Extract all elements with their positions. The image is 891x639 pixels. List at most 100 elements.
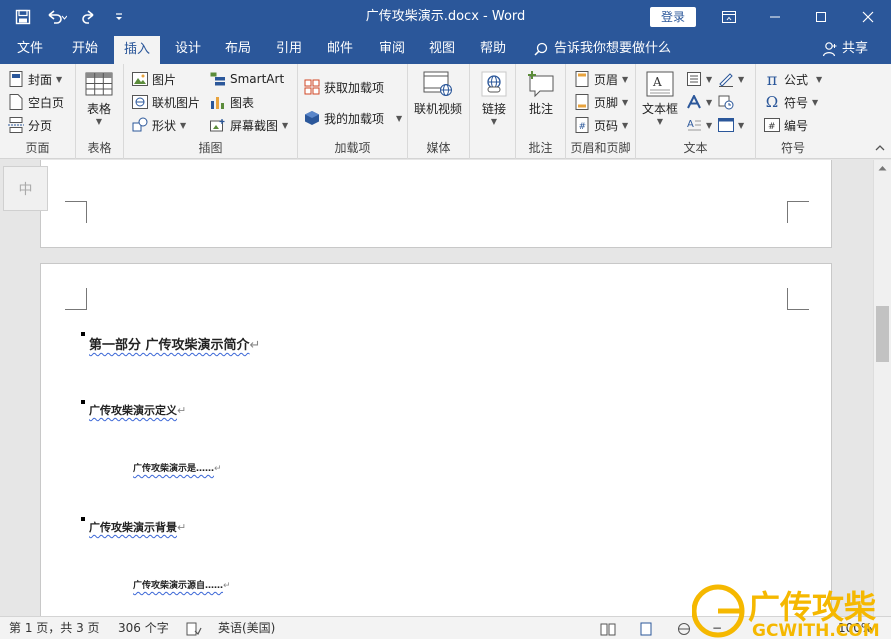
table-button[interactable]: 表格 ▼ (82, 68, 116, 126)
ribbon-display-button[interactable] (706, 0, 752, 34)
date-time-icon (718, 94, 734, 110)
body-definition[interactable]: 广传攻柴演示是……↵ (133, 461, 222, 474)
page-break-button[interactable]: 分页 (8, 114, 52, 136)
shapes-button[interactable]: 形状 ▼ (132, 114, 186, 136)
svg-text:#: # (768, 122, 776, 132)
textbox-button[interactable]: A 文本框 ▼ (642, 68, 678, 126)
tab-file[interactable]: 文件 (8, 34, 52, 64)
symbol-button[interactable]: Ω 符号 ▼ (764, 91, 818, 113)
textbox-icon: A (643, 68, 677, 100)
tab-design[interactable]: 设计 (166, 34, 210, 64)
share-button[interactable]: 共享 (822, 34, 868, 64)
tab-help[interactable]: 帮助 (471, 34, 515, 64)
numbering-button[interactable]: # 编号 (764, 114, 808, 136)
picture-button[interactable]: 图片 (132, 68, 176, 90)
collapse-ribbon-button[interactable] (875, 144, 885, 155)
heading-part-one[interactable]: 第一部分 广传攻柴演示简介↵ (81, 332, 260, 353)
ime-indicator: 中 (3, 166, 48, 211)
tell-me-box[interactable]: 告诉我你想要做什么 (534, 34, 671, 64)
group-text-label: 文本 (683, 141, 708, 155)
drop-cap-button[interactable]: A ▼ (686, 114, 712, 136)
page-number-button[interactable]: # 页码 ▼ (574, 114, 628, 136)
language-indicator[interactable]: 英语(美国) (218, 617, 275, 639)
cover-page-button[interactable]: 封面 ▼ (8, 68, 62, 90)
group-table-label: 表格 (87, 141, 112, 155)
my-addins-button[interactable]: 我的加载项 ▼ (304, 107, 402, 129)
blank-page-button[interactable]: 空白页 (8, 91, 64, 113)
equation-button[interactable]: π 公式 ▼ (764, 68, 822, 90)
heading-background[interactable]: 广传攻柴演示背景↵ (81, 517, 187, 535)
header-button[interactable]: 页眉 ▼ (574, 68, 628, 90)
tab-view[interactable]: 视图 (420, 34, 464, 64)
chevron-down-icon: ▼ (738, 74, 745, 84)
chart-button[interactable]: 图表 (210, 91, 254, 113)
online-video-button[interactable]: 联机视频 (414, 68, 462, 117)
link-button[interactable]: 链接 ▼ (477, 68, 511, 126)
date-time-button[interactable] (718, 91, 734, 113)
online-picture-icon (132, 94, 148, 110)
comment-button[interactable]: 批注 (524, 68, 558, 117)
chevron-down-icon: ▼ (622, 97, 629, 107)
web-layout-button[interactable] (676, 617, 692, 639)
heading-definition[interactable]: 广传攻柴演示定义↵ (81, 400, 186, 418)
group-media-label: 媒体 (426, 141, 451, 155)
page-2[interactable]: 第一部分 广传攻柴演示简介↵ 广传攻柴演示定义↵ 广传攻柴演示是……↵ 广传攻柴… (40, 263, 832, 616)
tab-references[interactable]: 引用 (267, 34, 311, 64)
user-icon (822, 42, 837, 57)
tab-mailings[interactable]: 邮件 (318, 34, 362, 64)
chevron-down-icon: ▼ (622, 120, 629, 130)
margin-corner-mark (65, 288, 87, 310)
pi-icon: π (766, 69, 778, 89)
quick-parts-button[interactable]: ▼ (686, 68, 712, 90)
maximize-button[interactable] (798, 0, 844, 34)
wordart-button[interactable]: ▼ (686, 91, 712, 113)
page-count[interactable]: 第 1 页，共 3 页 (9, 617, 100, 639)
online-picture-button[interactable]: 联机图片 (132, 91, 200, 113)
blank-page-icon (8, 94, 24, 110)
word-count[interactable]: 306 个字 (118, 617, 169, 639)
online-picture-label: 联机图片 (152, 95, 201, 110)
login-button[interactable]: 登录 (650, 7, 696, 27)
minimize-button[interactable] (752, 0, 798, 34)
tab-insert[interactable]: 插入 (114, 36, 160, 64)
group-media: 联机视频 媒体 (408, 64, 470, 159)
redo-button[interactable] (76, 4, 102, 30)
scroll-thumb[interactable] (876, 306, 889, 362)
get-addins-button[interactable]: 获取加载项 (304, 76, 384, 98)
print-layout-button[interactable] (638, 617, 654, 639)
object-button[interactable]: ▼ (718, 114, 744, 136)
undo-button[interactable] (40, 4, 72, 30)
page-break-label: 分页 (28, 118, 53, 133)
customize-qat-button[interactable] (106, 4, 132, 30)
my-addins-icon (304, 110, 320, 126)
vertical-scrollbar[interactable] (873, 160, 891, 616)
numbering-icon: # (764, 117, 780, 133)
tab-home[interactable]: 开始 (62, 34, 108, 64)
read-mode-button[interactable] (600, 617, 616, 639)
proofing-icon[interactable] (186, 617, 202, 639)
scroll-up-button[interactable] (874, 160, 891, 177)
smartart-button[interactable]: SmartArt (210, 68, 284, 90)
signature-line-button[interactable]: ▼ (718, 68, 744, 90)
link-icon (477, 68, 511, 100)
document-area[interactable]: 中 第一部分 广传攻柴演示简介↵ 广传攻柴演示定义↵ 广传攻柴演示是……↵ 广传… (0, 160, 873, 616)
close-button[interactable] (845, 0, 891, 34)
table-icon (82, 68, 116, 100)
body-background[interactable]: 广传攻柴演示源自……↵ (133, 578, 231, 591)
tab-layout[interactable]: 布局 (216, 34, 260, 64)
store-icon (304, 79, 320, 95)
save-button[interactable] (10, 4, 36, 30)
comment-label: 批注 (528, 102, 553, 116)
chevron-down-icon: ▼ (816, 74, 823, 84)
heading-part-one-text: 第一部分 广传攻柴演示简介 (89, 338, 250, 353)
page-1[interactable] (40, 160, 832, 248)
save-icon (15, 9, 31, 25)
quick-access-toolbar (10, 0, 132, 34)
screenshot-button[interactable]: 屏幕截图 ▼ (210, 114, 288, 136)
paragraph-mark: ↵ (177, 521, 187, 534)
footer-button[interactable]: 页脚 ▼ (574, 91, 628, 113)
tab-review[interactable]: 审阅 (370, 34, 414, 64)
heading-definition-text: 广传攻柴演示定义 (89, 404, 177, 417)
customize-icon (116, 13, 122, 20)
symbol-label: 符号 (784, 95, 809, 110)
